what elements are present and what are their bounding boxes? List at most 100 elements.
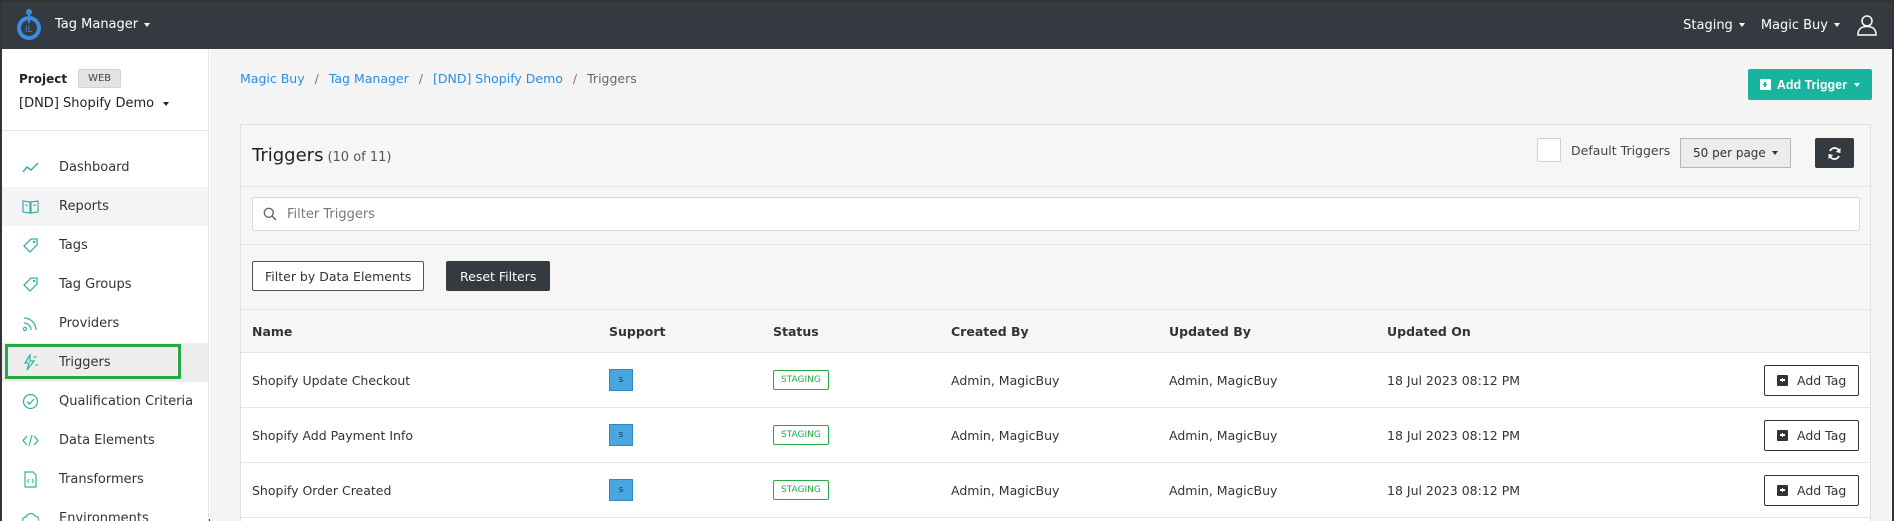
column-header-created-by[interactable]: Created By [951,324,1029,339]
sidebar-item-data-elements[interactable]: Data Elements [2,421,208,460]
breadcrumb-link-tag-manager[interactable]: Tag Manager [329,71,409,86]
filter-triggers-input[interactable] [287,206,1847,222]
reset-filters-button[interactable]: Reset Filters [446,261,551,291]
table-row[interactable]: Shopify Update Checkout s STAGING Admin,… [241,353,1870,408]
code-icon [22,432,39,449]
sidebar-item-transformers[interactable]: Transformers [2,460,208,499]
breadcrumb-link-magic-buy[interactable]: Magic Buy [240,71,305,86]
updated-on: 18 Jul 2023 08:12 PM [1387,427,1521,443]
tags-icon [22,276,39,293]
table-row[interactable]: Shopify Add Payment Info s STAGING Admin… [241,408,1870,463]
trigger-name[interactable]: Shopify Add Payment Info [252,428,413,443]
sidebar-item-dashboard[interactable]: Dashboard [2,148,208,187]
triggers-table: Name Support Status Created By Updated B… [241,310,1870,518]
environment-label: Staging [1683,17,1733,33]
breadcrumb-link-project[interactable]: [DND] Shopify Demo [433,71,563,86]
app-logo-icon[interactable]: iL [14,8,44,42]
status-badge: STAGING [773,425,829,445]
updated-by: Admin, MagicBuy [1169,482,1278,498]
app-switcher-dropdown[interactable]: Tag Manager [55,17,151,32]
filter-search-box [252,197,1860,231]
add-trigger-label: Add Trigger [1776,77,1847,92]
breadcrumb-separator: / [572,71,578,86]
chevron-down-icon [144,22,151,27]
sidebar-item-label: Providers [59,316,120,331]
sidebar-item-label: Reports [59,199,109,214]
search-icon [263,207,277,221]
refresh-button[interactable] [1815,138,1854,168]
check-circle-icon [22,393,39,410]
triggers-panel: Triggers (10 of 11) Default Triggers 50 p… [240,124,1871,521]
filter-buttons-row: Filter by Data Elements Reset Filters [241,245,1870,310]
filter-by-data-elements-button[interactable]: Filter by Data Elements [252,261,425,291]
project-dropdown[interactable]: [DND] Shopify Demo [19,96,208,111]
sidebar-item-label: Data Elements [59,433,155,448]
trigger-name[interactable]: Shopify Update Checkout [252,373,410,388]
page-title: Triggers (10 of 11) [252,145,392,166]
sidebar-item-providers[interactable]: Providers [2,304,208,343]
add-tag-button[interactable]: Add Tag [1764,364,1860,396]
sidebar-nav: Dashboard Reports Tags Tag Groups Provid… [2,148,208,521]
per-page-dropdown[interactable]: 50 per page [1680,138,1791,168]
sidebar-item-environments[interactable]: Environments [2,499,208,521]
breadcrumb-current: Triggers [587,71,637,86]
chevron-down-icon [1834,23,1840,27]
filter-row [241,187,1870,245]
plus-square-icon [1777,429,1788,441]
support-badge: s [609,424,633,446]
project-type-badge: WEB [78,69,122,88]
updated-on: 18 Jul 2023 08:12 PM [1387,372,1521,388]
sidebar-item-label: Tags [59,238,88,253]
sidebar-item-tag-groups[interactable]: Tag Groups [2,265,208,304]
app-name: Tag Manager [55,17,139,32]
status-badge: STAGING [773,480,829,500]
add-trigger-button[interactable]: Add Trigger [1747,69,1872,100]
project-selector: Project WEB [DND] Shopify Demo [2,49,208,131]
add-tag-button[interactable]: Add Tag [1764,419,1860,451]
updated-by: Admin, MagicBuy [1169,372,1278,388]
account-label: Magic Buy [1760,17,1828,33]
table-header: Name Support Status Created By Updated B… [241,310,1870,353]
environment-dropdown[interactable]: Staging [1683,18,1745,33]
book-icon [22,198,39,215]
trigger-name[interactable]: Shopify Order Created [252,483,391,498]
column-header-updated-by[interactable]: Updated By [1169,324,1251,339]
default-triggers-label: Default Triggers [1571,142,1671,158]
results-count: (10 of 11) [327,150,392,165]
breadcrumb-separator: / [314,71,319,86]
breadcrumb-separator: / [418,71,423,86]
sidebar-item-reports[interactable]: Reports [2,187,208,226]
sidebar-item-label: Environments [59,511,149,521]
rss-icon [22,315,39,332]
column-header-status[interactable]: Status [773,324,819,339]
default-triggers-checkbox[interactable] [1537,138,1561,162]
add-tag-label: Add Tag [1797,427,1847,443]
plus-square-icon [1759,79,1771,90]
table-row[interactable]: Shopify Order Created s STAGING Admin, M… [241,463,1870,518]
panel-header: Triggers (10 of 11) Default Triggers 50 p… [241,125,1870,187]
sidebar-item-label: Transformers [59,472,144,487]
sidebar: Project WEB [DND] Shopify Demo Dashboard… [2,49,209,521]
created-by: Admin, MagicBuy [951,427,1060,443]
highlight-box [5,344,181,379]
add-tag-label: Add Tag [1797,372,1847,388]
refresh-icon [1828,146,1841,160]
svg-text:iL: iL [25,25,33,35]
tag-icon [22,237,39,254]
user-icon[interactable] [1856,14,1878,36]
updated-by: Admin, MagicBuy [1169,427,1278,443]
sidebar-item-qualification-criteria[interactable]: Qualification Criteria [2,382,208,421]
chevron-down-icon [1738,23,1745,27]
chevron-down-icon [1771,151,1778,155]
account-dropdown[interactable]: Magic Buy [1761,18,1840,33]
support-badge: s [609,369,633,391]
column-header-support[interactable]: Support [609,324,666,339]
sidebar-item-triggers[interactable]: Triggers [2,343,208,382]
per-page-label: 50 per page [1693,146,1766,160]
column-header-updated-on[interactable]: Updated On [1387,324,1471,339]
add-tag-label: Add Tag [1797,482,1847,498]
status-badge: STAGING [773,370,829,390]
add-tag-button[interactable]: Add Tag [1764,474,1860,506]
sidebar-item-tags[interactable]: Tags [2,226,208,265]
column-header-name[interactable]: Name [252,324,292,339]
